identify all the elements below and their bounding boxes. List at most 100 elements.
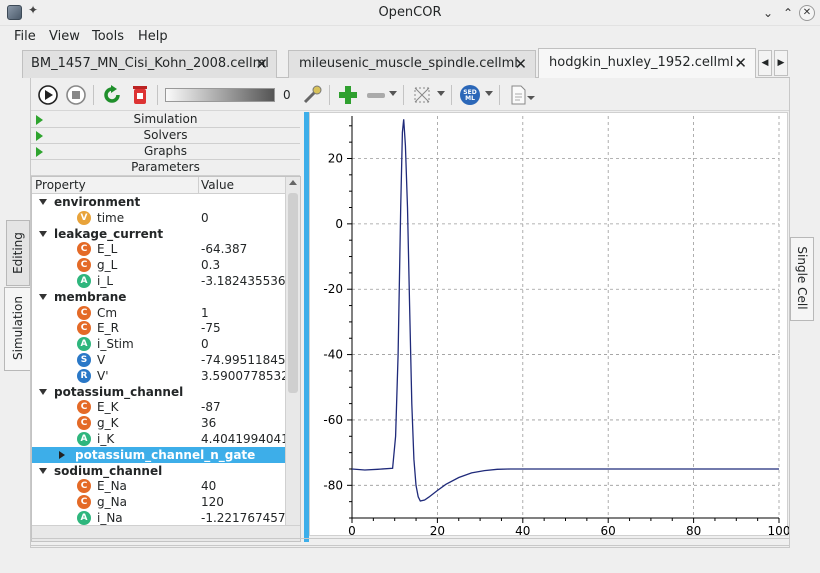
parameter-value[interactable]: 0 — [201, 210, 285, 226]
graph-panel[interactable]: 0 20 40 60 80 100 -80 -60 -40 -20 0 20 — [309, 112, 790, 538]
collapse-arrow-icon[interactable] — [39, 293, 47, 300]
tree-group-row[interactable]: membrane — [32, 289, 285, 305]
x-tick-label: 20 — [430, 524, 445, 537]
parameter-row[interactable]: S V -74.99511845 — [32, 352, 285, 368]
tree-group-row[interactable]: leakage_current — [32, 226, 285, 242]
parameter-row[interactable]: Vtime 0 — [32, 210, 285, 226]
parameter-value[interactable]: -74.99511845 — [201, 352, 285, 368]
bottom-splitter[interactable] — [31, 538, 789, 546]
close-tab-icon[interactable]: ✕ — [514, 51, 527, 77]
scrollbar-thumb[interactable] — [288, 193, 298, 393]
add-graph-panel-icon[interactable] — [337, 84, 359, 106]
expand-arrow-icon[interactable] — [59, 450, 65, 459]
section-graphs[interactable]: Graphs — [31, 144, 300, 160]
close-window-icon[interactable]: ✕ — [799, 5, 815, 21]
tab-label: mileusenic_muscle_spindle.cellml — [299, 56, 518, 71]
column-header-property[interactable]: Property — [35, 178, 86, 192]
run-icon[interactable] — [37, 84, 59, 106]
parameter-row[interactable]: Cg_Na 120 — [32, 494, 285, 510]
tab-label: BM_1457_MN_Cisi_Kohn_2008.cellml — [31, 56, 269, 71]
parameter-row[interactable]: Ai_L -3.182435536 — [32, 273, 285, 289]
chevron-down-icon[interactable] — [485, 91, 493, 96]
close-tab-icon[interactable]: ✕ — [734, 49, 747, 77]
tab-scroll-left-icon[interactable]: ◀ — [758, 50, 772, 76]
chevron-down-icon[interactable] — [437, 91, 445, 96]
parameter-value[interactable]: 3.5900778532 — [201, 368, 285, 384]
parameter-row[interactable]: C E_R -75 — [32, 320, 285, 336]
side-tab-single-cell[interactable]: Single Cell — [790, 237, 814, 321]
section-parameters[interactable]: Parameters — [31, 160, 300, 176]
parameter-row[interactable]: Cg_K 36 — [32, 415, 285, 431]
y-tick-label: 0 — [335, 217, 343, 231]
parameter-value[interactable]: 120 — [201, 494, 285, 510]
csv-export-icon[interactable] — [411, 84, 433, 106]
group-name: environment — [54, 195, 141, 209]
collapse-arrow-icon[interactable] — [39, 467, 47, 474]
x-tick-label: 60 — [601, 524, 616, 537]
parameter-type-icon: A — [77, 274, 91, 288]
parameter-row[interactable]: Ai_K 4.4041994041 — [32, 431, 285, 447]
parameter-row[interactable]: Ai_Na -1.221767457 — [32, 510, 285, 526]
parameter-row[interactable]: C Cm 1 — [32, 305, 285, 321]
parameter-value[interactable]: 36 — [201, 415, 285, 431]
tab-scroll-right-icon[interactable]: ▶ — [774, 50, 788, 76]
tree-group-row[interactable]: environment — [32, 194, 285, 210]
development-mode-icon[interactable] — [301, 84, 323, 106]
sedml-icon[interactable]: SED ML — [459, 84, 481, 106]
parameter-name: i_K — [97, 432, 115, 446]
parameter-row[interactable]: C E_L -64.387 — [32, 241, 285, 257]
parameter-type-icon: C — [77, 242, 91, 257]
svg-text:ML: ML — [465, 95, 475, 102]
parameter-value[interactable]: 1 — [201, 305, 285, 321]
side-tab-editing[interactable]: Editing — [6, 220, 30, 286]
parameter-name: g_L — [97, 258, 118, 273]
delay-slider[interactable] — [165, 88, 275, 102]
tab-bm-1457[interactable]: BM_1457_MN_Cisi_Kohn_2008.cellml ✕ — [22, 50, 277, 78]
chevron-down-icon[interactable] — [527, 96, 535, 100]
parameter-value[interactable]: 40 — [201, 478, 285, 494]
section-solvers[interactable]: Solvers — [31, 128, 300, 144]
column-header-value[interactable]: Value — [201, 178, 234, 192]
vertical-scrollbar[interactable] — [285, 177, 300, 525]
collapse-arrow-icon[interactable] — [39, 230, 47, 237]
simulation-toolbar: 0 SED ML — [31, 78, 789, 111]
collapse-arrow-icon[interactable] — [39, 388, 47, 395]
remove-graph-panel-icon[interactable] — [365, 84, 387, 106]
parameter-value[interactable]: -87 — [201, 399, 285, 415]
stop-icon[interactable] — [65, 84, 87, 106]
side-tab-simulation[interactable]: Simulation — [4, 287, 31, 371]
maximize-icon[interactable]: ⌃ — [780, 5, 796, 21]
parameter-row[interactable]: C E_Na 40 — [32, 478, 285, 494]
scroll-up-icon[interactable] — [289, 180, 297, 185]
collapse-arrow-icon[interactable] — [39, 199, 47, 205]
menu-file[interactable]: File — [14, 29, 36, 44]
menu-tools[interactable]: Tools — [92, 29, 124, 44]
parameter-value[interactable]: 0 — [201, 336, 285, 352]
tree-group-row[interactable]: potassium_channel — [32, 384, 285, 400]
parameter-row[interactable]: Ai_Stim 0 — [32, 336, 285, 352]
minimize-icon[interactable]: ⌄ — [760, 5, 776, 21]
parameter-value[interactable]: 4.4041994041 — [201, 431, 285, 447]
tree-subgroup-row[interactable]: potassium_channel_n_gate — [32, 446, 285, 463]
parameter-value[interactable]: -64.387 — [201, 241, 285, 257]
parameter-value[interactable]: 0.3 — [201, 257, 285, 273]
chevron-down-icon[interactable] — [389, 91, 397, 96]
export-document-icon[interactable] — [507, 84, 529, 106]
menu-view[interactable]: View — [49, 29, 80, 44]
parameter-value[interactable]: -1.221767457 — [201, 510, 285, 526]
close-tab-icon[interactable]: ✕ — [255, 51, 268, 77]
tree-group-row[interactable]: sodium_channel — [32, 463, 285, 479]
clear-data-icon[interactable] — [129, 84, 151, 106]
parameter-row[interactable]: Cg_L 0.3 — [32, 257, 285, 273]
section-simulation[interactable]: Simulation — [31, 112, 300, 128]
tab-hodgkin-huxley[interactable]: hodgkin_huxley_1952.cellml ✕ — [538, 48, 756, 79]
reset-icon[interactable] — [101, 84, 123, 106]
parameter-value[interactable]: -75 — [201, 320, 285, 336]
parameter-row[interactable]: R V' 3.5900778532 — [32, 368, 285, 384]
parameter-name: V' — [97, 368, 109, 383]
tab-mileusenic[interactable]: mileusenic_muscle_spindle.cellml ✕ — [288, 50, 536, 78]
menu-help[interactable]: Help — [138, 29, 168, 44]
parameter-row[interactable]: C E_K -87 — [32, 399, 285, 415]
parameter-value[interactable]: -3.182435536 — [201, 273, 285, 289]
file-tab-bar: BM_1457_MN_Cisi_Kohn_2008.cellml ✕ mileu… — [22, 48, 790, 79]
